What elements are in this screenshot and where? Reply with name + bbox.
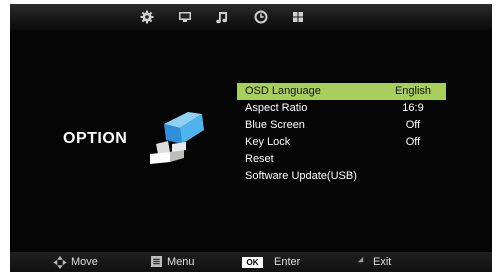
menu-item-key-lock[interactable]: Key Lock Off <box>237 134 446 151</box>
menu-hint: Menu <box>167 256 195 268</box>
menu-item-value: Off <box>405 136 421 148</box>
menu-item-blue-screen[interactable]: Blue Screen Off <box>237 117 446 134</box>
exit-hint: Exit <box>373 256 392 268</box>
menu-item-software-update[interactable]: Software Update(USB) <box>237 168 446 185</box>
option-cube-icon <box>142 104 212 166</box>
option-menu: OSD Language English Aspect Ratio 16:9 B… <box>237 83 446 185</box>
tv-screen: OPTION OSD Language English Aspect Ratio… <box>10 4 492 272</box>
menu-item-aspect-ratio[interactable]: Aspect Ratio 16:9 <box>237 100 446 117</box>
menu-item-osd-language[interactable]: OSD Language English <box>237 83 446 100</box>
menu-item-label: Reset <box>245 153 274 165</box>
exit-key-icon <box>356 255 365 267</box>
monitor-icon[interactable] <box>177 9 193 25</box>
clock-icon[interactable] <box>253 9 269 25</box>
enter-hint: Enter <box>274 256 301 268</box>
menu-item-label: Blue Screen <box>245 119 305 131</box>
move-arrows-icon <box>53 256 67 272</box>
music-note-icon[interactable] <box>214 9 230 25</box>
menu-item-value: Off <box>405 119 421 131</box>
move-hint: Move <box>71 256 98 268</box>
menu-tab-bar <box>10 4 492 30</box>
grid-icon[interactable] <box>290 9 306 25</box>
menu-item-label: Key Lock <box>245 136 291 148</box>
page-title: OPTION <box>63 130 128 147</box>
key-hint-bar: Move Menu OK Enter Exit <box>10 252 492 272</box>
menu-key-icon <box>151 256 162 270</box>
menu-item-reset[interactable]: Reset <box>237 151 446 168</box>
gear-icon[interactable] <box>139 9 155 25</box>
menu-item-value: 16:9 <box>402 102 424 114</box>
menu-item-label: Software Update(USB) <box>245 170 357 182</box>
ok-key-badge: OK <box>242 257 263 268</box>
menu-item-label: OSD Language <box>245 85 321 97</box>
menu-item-label: Aspect Ratio <box>245 102 308 114</box>
menu-item-value: English <box>394 85 432 97</box>
